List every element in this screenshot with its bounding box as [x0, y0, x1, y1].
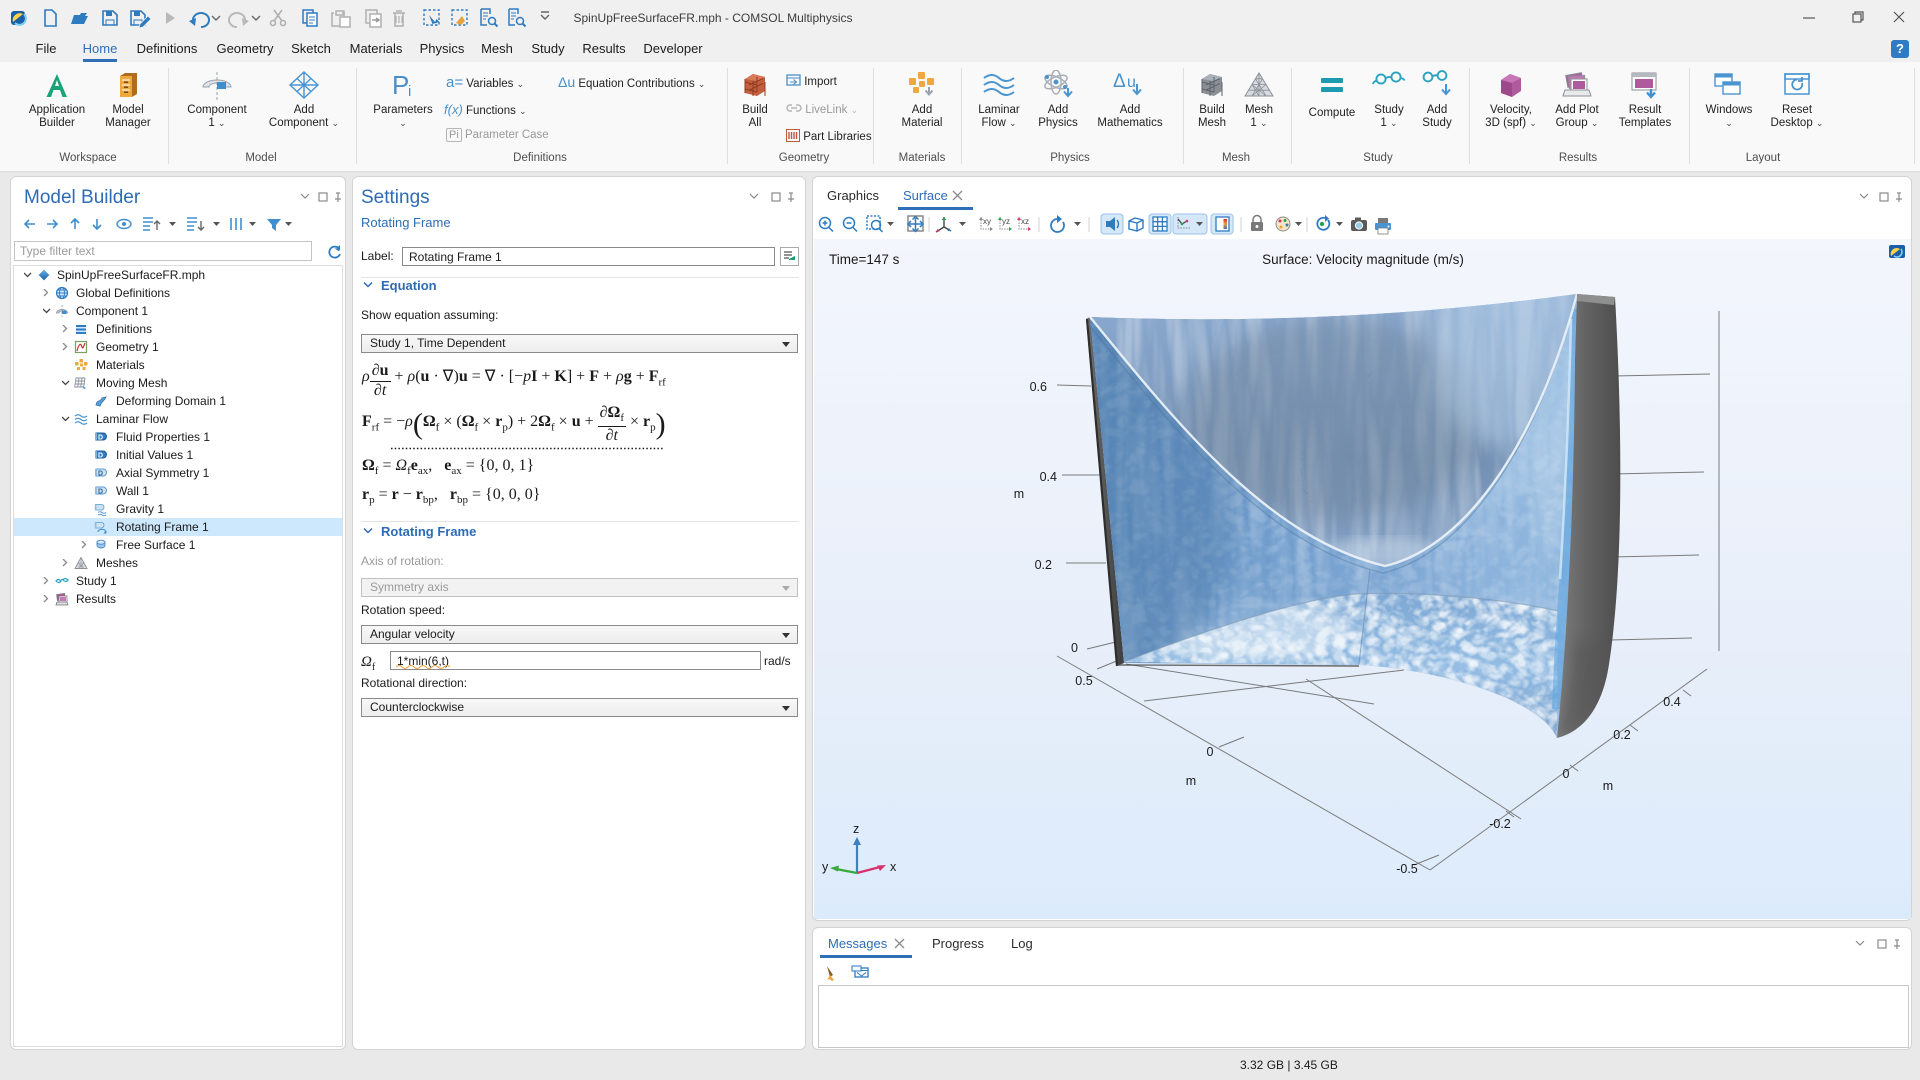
svg-text:0.6: 0.6 — [1030, 380, 1047, 394]
svg-text:-0.5: -0.5 — [1396, 862, 1418, 876]
svg-text:P: P — [392, 70, 409, 100]
svg-text:-0.2: -0.2 — [1489, 817, 1511, 831]
svg-text:0: 0 — [1563, 767, 1570, 781]
svg-text:Time=147 s: Time=147 s — [829, 252, 900, 267]
svg-text:Surface: Velocity magnitude (m: Surface: Velocity magnitude (m/s) — [1262, 252, 1464, 267]
svg-text:m: m — [1186, 774, 1196, 788]
svg-text:m: m — [1603, 779, 1613, 793]
svg-text:0: 0 — [1207, 745, 1214, 759]
svg-text:D: D — [98, 453, 103, 460]
svg-text:xz: xz — [1021, 217, 1029, 226]
svg-text:D: D — [98, 489, 103, 496]
svg-text:z: z — [853, 822, 859, 836]
svg-text:D: D — [98, 471, 103, 478]
svg-text:D: D — [98, 435, 103, 442]
svg-text:0.5: 0.5 — [1075, 674, 1092, 688]
svg-text:u: u — [1127, 74, 1136, 91]
svg-text:0.4: 0.4 — [1663, 695, 1680, 709]
svg-text:yz: yz — [1002, 217, 1010, 226]
svg-text:xy: xy — [983, 217, 991, 226]
svg-text:y: y — [822, 860, 829, 874]
svg-text:x: x — [890, 860, 897, 874]
svg-text:0.4: 0.4 — [1040, 470, 1057, 484]
svg-text:Δ: Δ — [1113, 71, 1126, 92]
svg-text:i: i — [408, 83, 411, 100]
svg-text:0.2: 0.2 — [1035, 558, 1052, 572]
svg-text:m: m — [1014, 487, 1024, 501]
svg-text:0.2: 0.2 — [1613, 728, 1630, 742]
svg-text:0: 0 — [1071, 641, 1078, 655]
